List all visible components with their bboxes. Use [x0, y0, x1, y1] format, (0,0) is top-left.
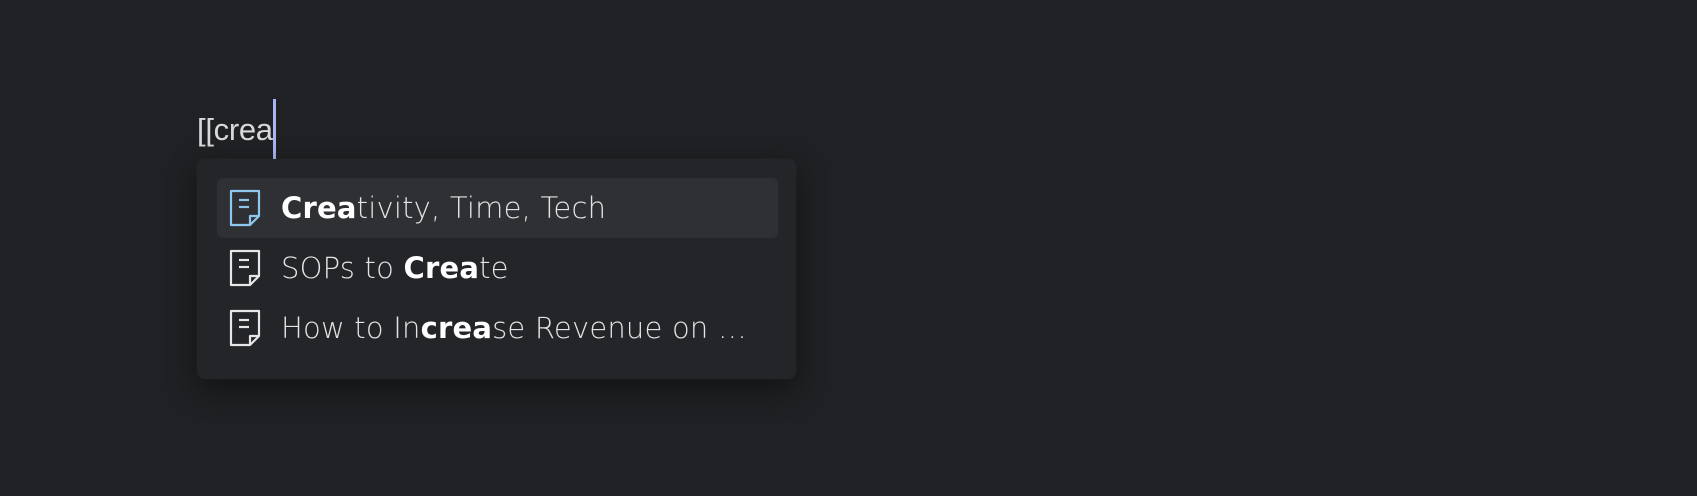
text-caret: [272, 99, 276, 161]
match-highlight: Crea: [403, 251, 480, 285]
suggestion-label: Creativity, Time, Tech: [281, 191, 606, 225]
editor-line[interactable]: [[crea: [197, 99, 276, 161]
label-text: se Revenue on T…: [492, 311, 761, 345]
document-icon: [229, 249, 261, 287]
suggestion-label: SOPs to Create: [281, 251, 509, 285]
document-icon: [229, 189, 261, 227]
label-text: SOPs to: [281, 251, 404, 285]
suggestion-item-2[interactable]: How to Increase Revenue on T…: [217, 298, 778, 358]
label-text: te: [479, 251, 509, 285]
label-text: How to In: [281, 311, 421, 345]
match-highlight: crea: [420, 311, 493, 345]
label-text: tivity, Time, Tech: [356, 191, 607, 225]
link-suggestion-popup: Creativity, Time, Tech SOPs to Create Ho…: [197, 159, 796, 379]
editor-typed-text[interactable]: [[crea: [197, 110, 273, 150]
match-highlight: Crea: [281, 191, 357, 225]
document-icon: [229, 309, 261, 347]
suggestion-item-1[interactable]: SOPs to Create: [217, 238, 778, 298]
suggestion-item-0[interactable]: Creativity, Time, Tech: [217, 178, 778, 238]
suggestion-label: How to Increase Revenue on T…: [281, 311, 761, 345]
